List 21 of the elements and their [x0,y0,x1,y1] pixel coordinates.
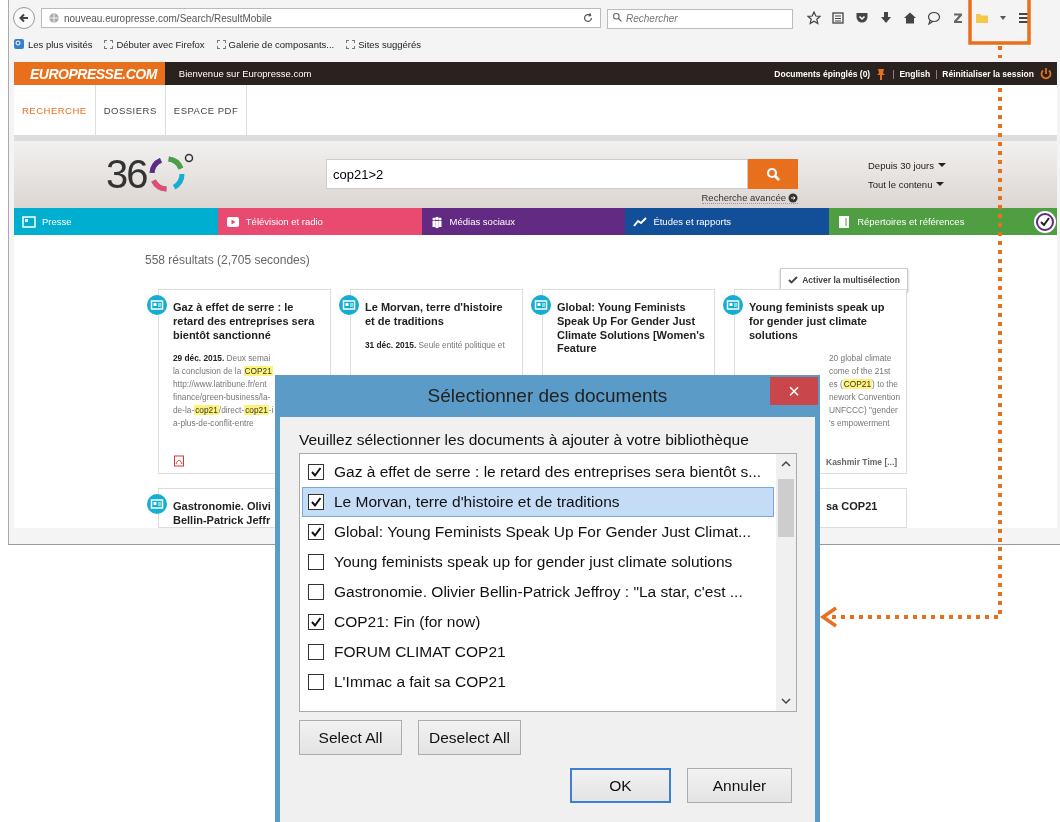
logo-text: 36 [106,152,147,197]
url-text: nouveau.europresse.com/Search/ResultMobile [64,12,273,24]
results-count: 558 résultats (2,705 secondes) [145,253,310,267]
source-text: Kashmir Time [...] [826,457,898,467]
snippet-line: 's empowerment [829,417,890,431]
snippet-line: es (COP21) to the [829,378,898,392]
snippet-line: finance/green-business/la- [173,391,271,405]
snippet-line: 20 global climate [829,352,892,366]
welcome-text: Bienvenue sur Europresse.com [178,68,313,79]
separator-text: | [935,68,938,79]
snippet-line: 31 déc. 2015. Seule entité politique et [365,338,505,352]
snippet-line: come of the 21st [829,365,891,379]
snippet-line: de-la-cop21/direct-cop21-i [173,404,274,418]
snippet-line: a-plus-de-conflit-entre [173,417,254,431]
snippet-line: 29 déc. 2015. Deux semai [173,352,271,366]
snippet-line: http://www.latribune.fr/ent [173,378,267,392]
separator-text: | [892,68,895,79]
snippet-line: la conclusion de la COP21 [173,365,273,379]
snippet-line: UNFCCC) "gender [829,404,898,418]
dialog-title: Sélectionner des documents [427,385,668,407]
snippet-line: nework Convention [829,391,901,405]
